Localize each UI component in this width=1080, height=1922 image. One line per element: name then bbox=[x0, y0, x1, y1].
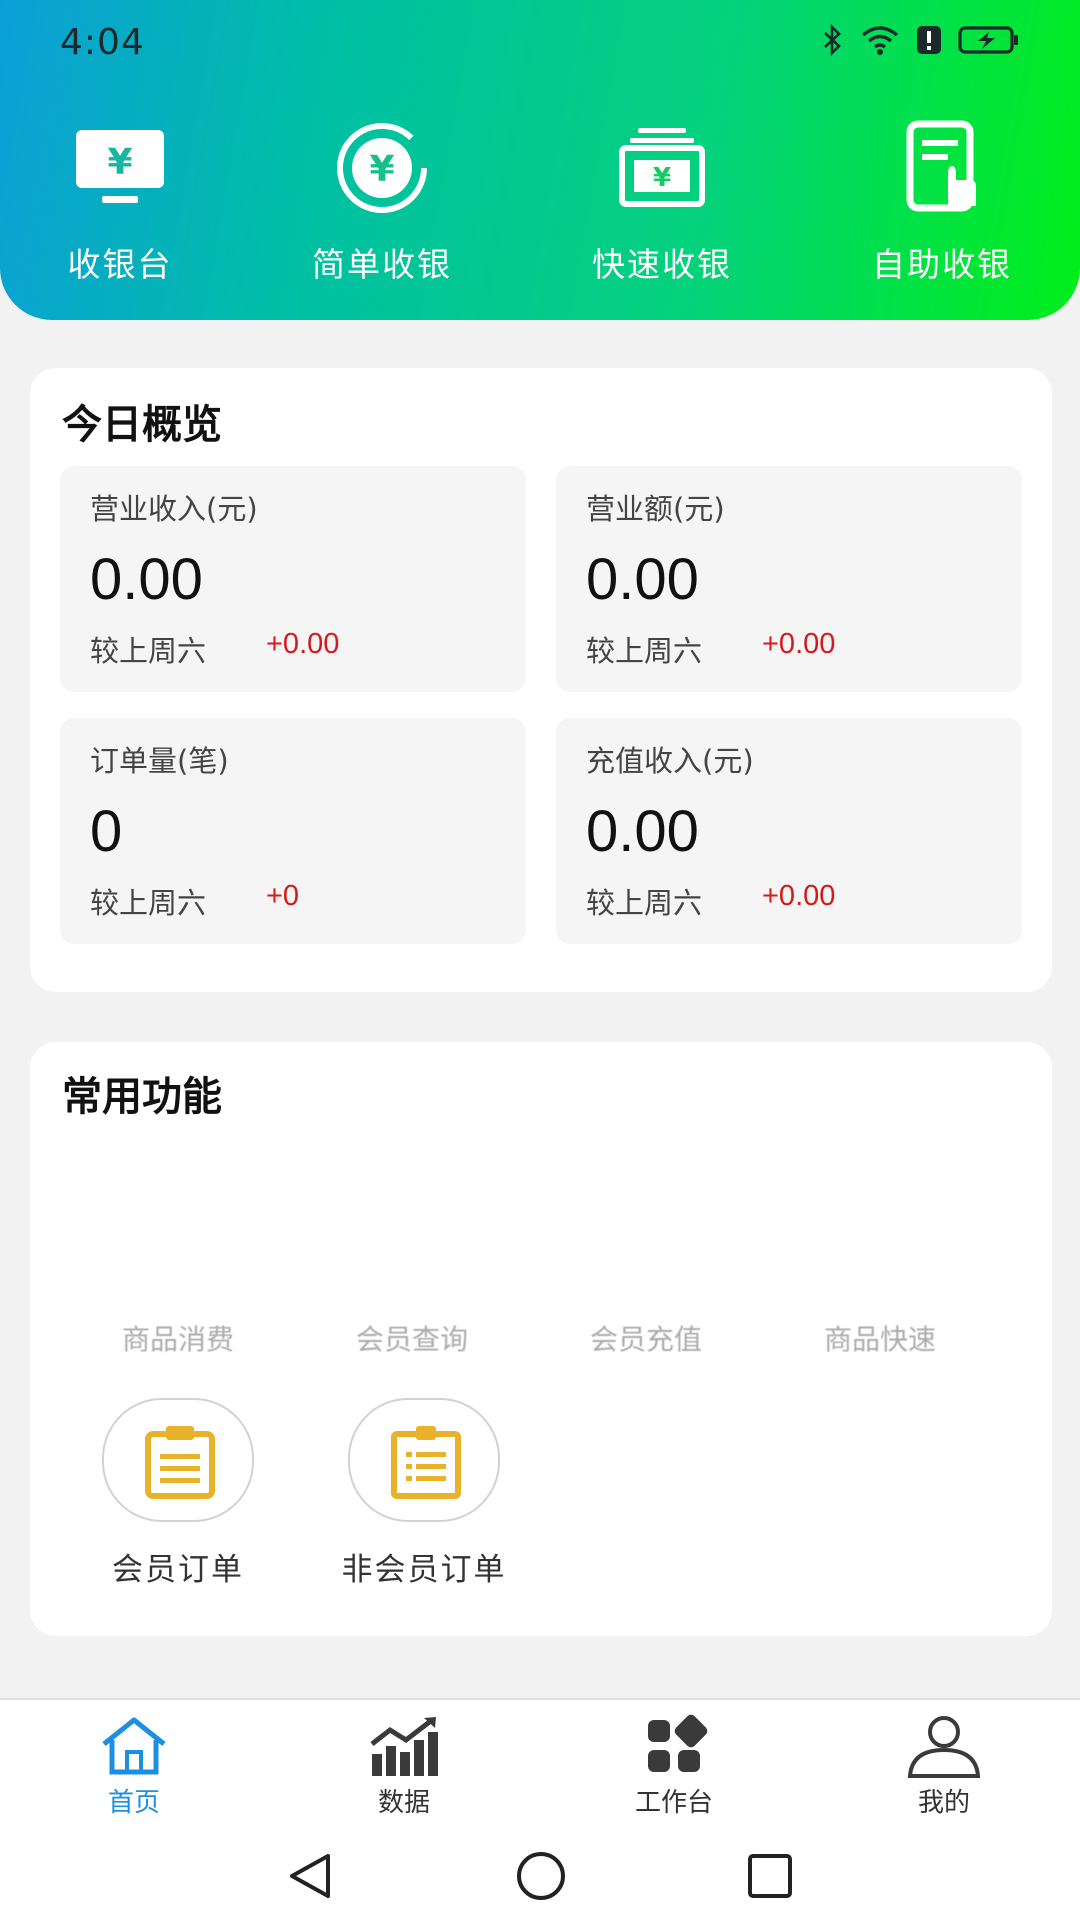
stat-compare: 较上周六 bbox=[586, 634, 703, 668]
bluetooth-icon bbox=[822, 24, 844, 56]
battery-charging-icon bbox=[958, 25, 1020, 55]
function-member-orders[interactable]: 会员订单 bbox=[68, 1398, 288, 1589]
quick-action-fast[interactable]: ¥ 快速收银 bbox=[562, 118, 762, 286]
quick-action-label: 简单收银 bbox=[312, 245, 452, 284]
function-label: 会员订单 bbox=[112, 1552, 244, 1588]
stat-value: 0 bbox=[90, 799, 123, 864]
stat-compare: 较上周六 bbox=[586, 886, 703, 920]
svg-text:¥: ¥ bbox=[107, 142, 132, 183]
cashier-monitor-icon: ¥ bbox=[70, 118, 170, 218]
quick-action-label: 收银台 bbox=[67, 245, 173, 284]
tab-mine[interactable]: 我的 bbox=[864, 1714, 1024, 1819]
alert-badge-icon bbox=[916, 25, 942, 55]
stat-compare: 较上周六 bbox=[90, 634, 207, 668]
status-icons bbox=[822, 24, 1020, 56]
clipboard-icon bbox=[391, 1426, 461, 1499]
function-label: 非会员订单 bbox=[341, 1552, 507, 1588]
svg-text:¥: ¥ bbox=[653, 163, 671, 193]
stat-label: 订单量(笔) bbox=[90, 744, 229, 778]
yen-cash-stack-icon: ¥ bbox=[612, 118, 712, 218]
stat-turnover[interactable]: 营业额(元) 0.00 较上周六 +0.00 bbox=[556, 466, 1022, 692]
nav-back-button[interactable] bbox=[282, 1850, 338, 1906]
bar-chart-icon bbox=[364, 1714, 444, 1778]
stat-label: 营业额(元) bbox=[586, 492, 725, 526]
wifi-icon bbox=[860, 24, 900, 56]
header-banner: 4:04 ¥ 收银台 ¥ 简单收银 ¥ 快速收银 自助收银 bbox=[0, 0, 1080, 320]
tab-label: 首页 bbox=[107, 1788, 160, 1818]
stat-value: 0.00 bbox=[586, 547, 699, 612]
stat-recharge[interactable]: 充值收入(元) 0.00 较上周六 +0.00 bbox=[556, 718, 1022, 944]
svg-text:¥: ¥ bbox=[369, 149, 394, 190]
nav-home-button[interactable] bbox=[514, 1850, 568, 1906]
tab-label: 工作台 bbox=[634, 1788, 713, 1818]
quick-action-cashier[interactable]: ¥ 收银台 bbox=[20, 118, 220, 286]
quick-action-self-service[interactable]: 自助收银 bbox=[842, 118, 1042, 286]
common-functions-title: 常用功能 bbox=[62, 1074, 222, 1120]
stat-label: 营业收入(元) bbox=[90, 492, 258, 526]
quick-action-label: 快速收银 bbox=[592, 245, 732, 284]
quick-action-simple[interactable]: ¥ 简单收银 bbox=[282, 118, 482, 286]
home-circle-icon bbox=[517, 1852, 565, 1900]
faded-function-label: 商品快速 bbox=[823, 1323, 936, 1356]
recents-square-icon bbox=[748, 1854, 792, 1898]
stat-label: 充值收入(元) bbox=[586, 744, 754, 778]
tab-home[interactable]: 首页 bbox=[54, 1714, 214, 1819]
stat-orders[interactable]: 订单量(笔) 0 较上周六 +0 bbox=[60, 718, 526, 944]
quick-action-label: 自助收银 bbox=[872, 245, 1012, 284]
workbench-grid-icon bbox=[634, 1714, 714, 1778]
overview-title: 今日概览 bbox=[62, 402, 222, 448]
tab-label: 数据 bbox=[377, 1788, 430, 1818]
faded-function-label: 会员充值 bbox=[589, 1323, 702, 1356]
stat-revenue[interactable]: 营业收入(元) 0.00 较上周六 +0.00 bbox=[60, 466, 526, 692]
stat-value: 0.00 bbox=[586, 799, 699, 864]
user-icon bbox=[904, 1714, 984, 1778]
back-triangle-icon bbox=[290, 1854, 330, 1898]
tab-data[interactable]: 数据 bbox=[324, 1714, 484, 1819]
function-non-member-orders[interactable]: 非会员订单 bbox=[314, 1398, 534, 1589]
faded-function-label: 商品消费 bbox=[121, 1323, 234, 1356]
faded-function-label: 会员查询 bbox=[355, 1323, 468, 1356]
stat-value: 0.00 bbox=[90, 547, 203, 612]
stat-delta: +0 bbox=[266, 880, 300, 912]
overview-card: 今日概览 营业收入(元) 0.00 较上周六 +0.00 营业额(元) 0.00… bbox=[30, 368, 1052, 992]
clipboard-icon bbox=[145, 1426, 215, 1499]
tab-workbench[interactable]: 工作台 bbox=[594, 1714, 754, 1819]
function-icon-box bbox=[102, 1398, 254, 1522]
status-time: 4:04 bbox=[60, 22, 145, 63]
stat-compare: 较上周六 bbox=[90, 886, 207, 920]
home-icon bbox=[94, 1714, 174, 1778]
yen-circle-icon: ¥ bbox=[332, 118, 432, 218]
self-service-tablet-icon bbox=[892, 118, 992, 218]
stat-delta: +0.00 bbox=[266, 628, 340, 660]
function-icon-box bbox=[348, 1398, 500, 1522]
stat-delta: +0.00 bbox=[762, 628, 836, 660]
nav-recents-button[interactable] bbox=[744, 1850, 796, 1906]
tab-label: 我的 bbox=[917, 1788, 970, 1818]
stat-delta: +0.00 bbox=[762, 880, 836, 912]
